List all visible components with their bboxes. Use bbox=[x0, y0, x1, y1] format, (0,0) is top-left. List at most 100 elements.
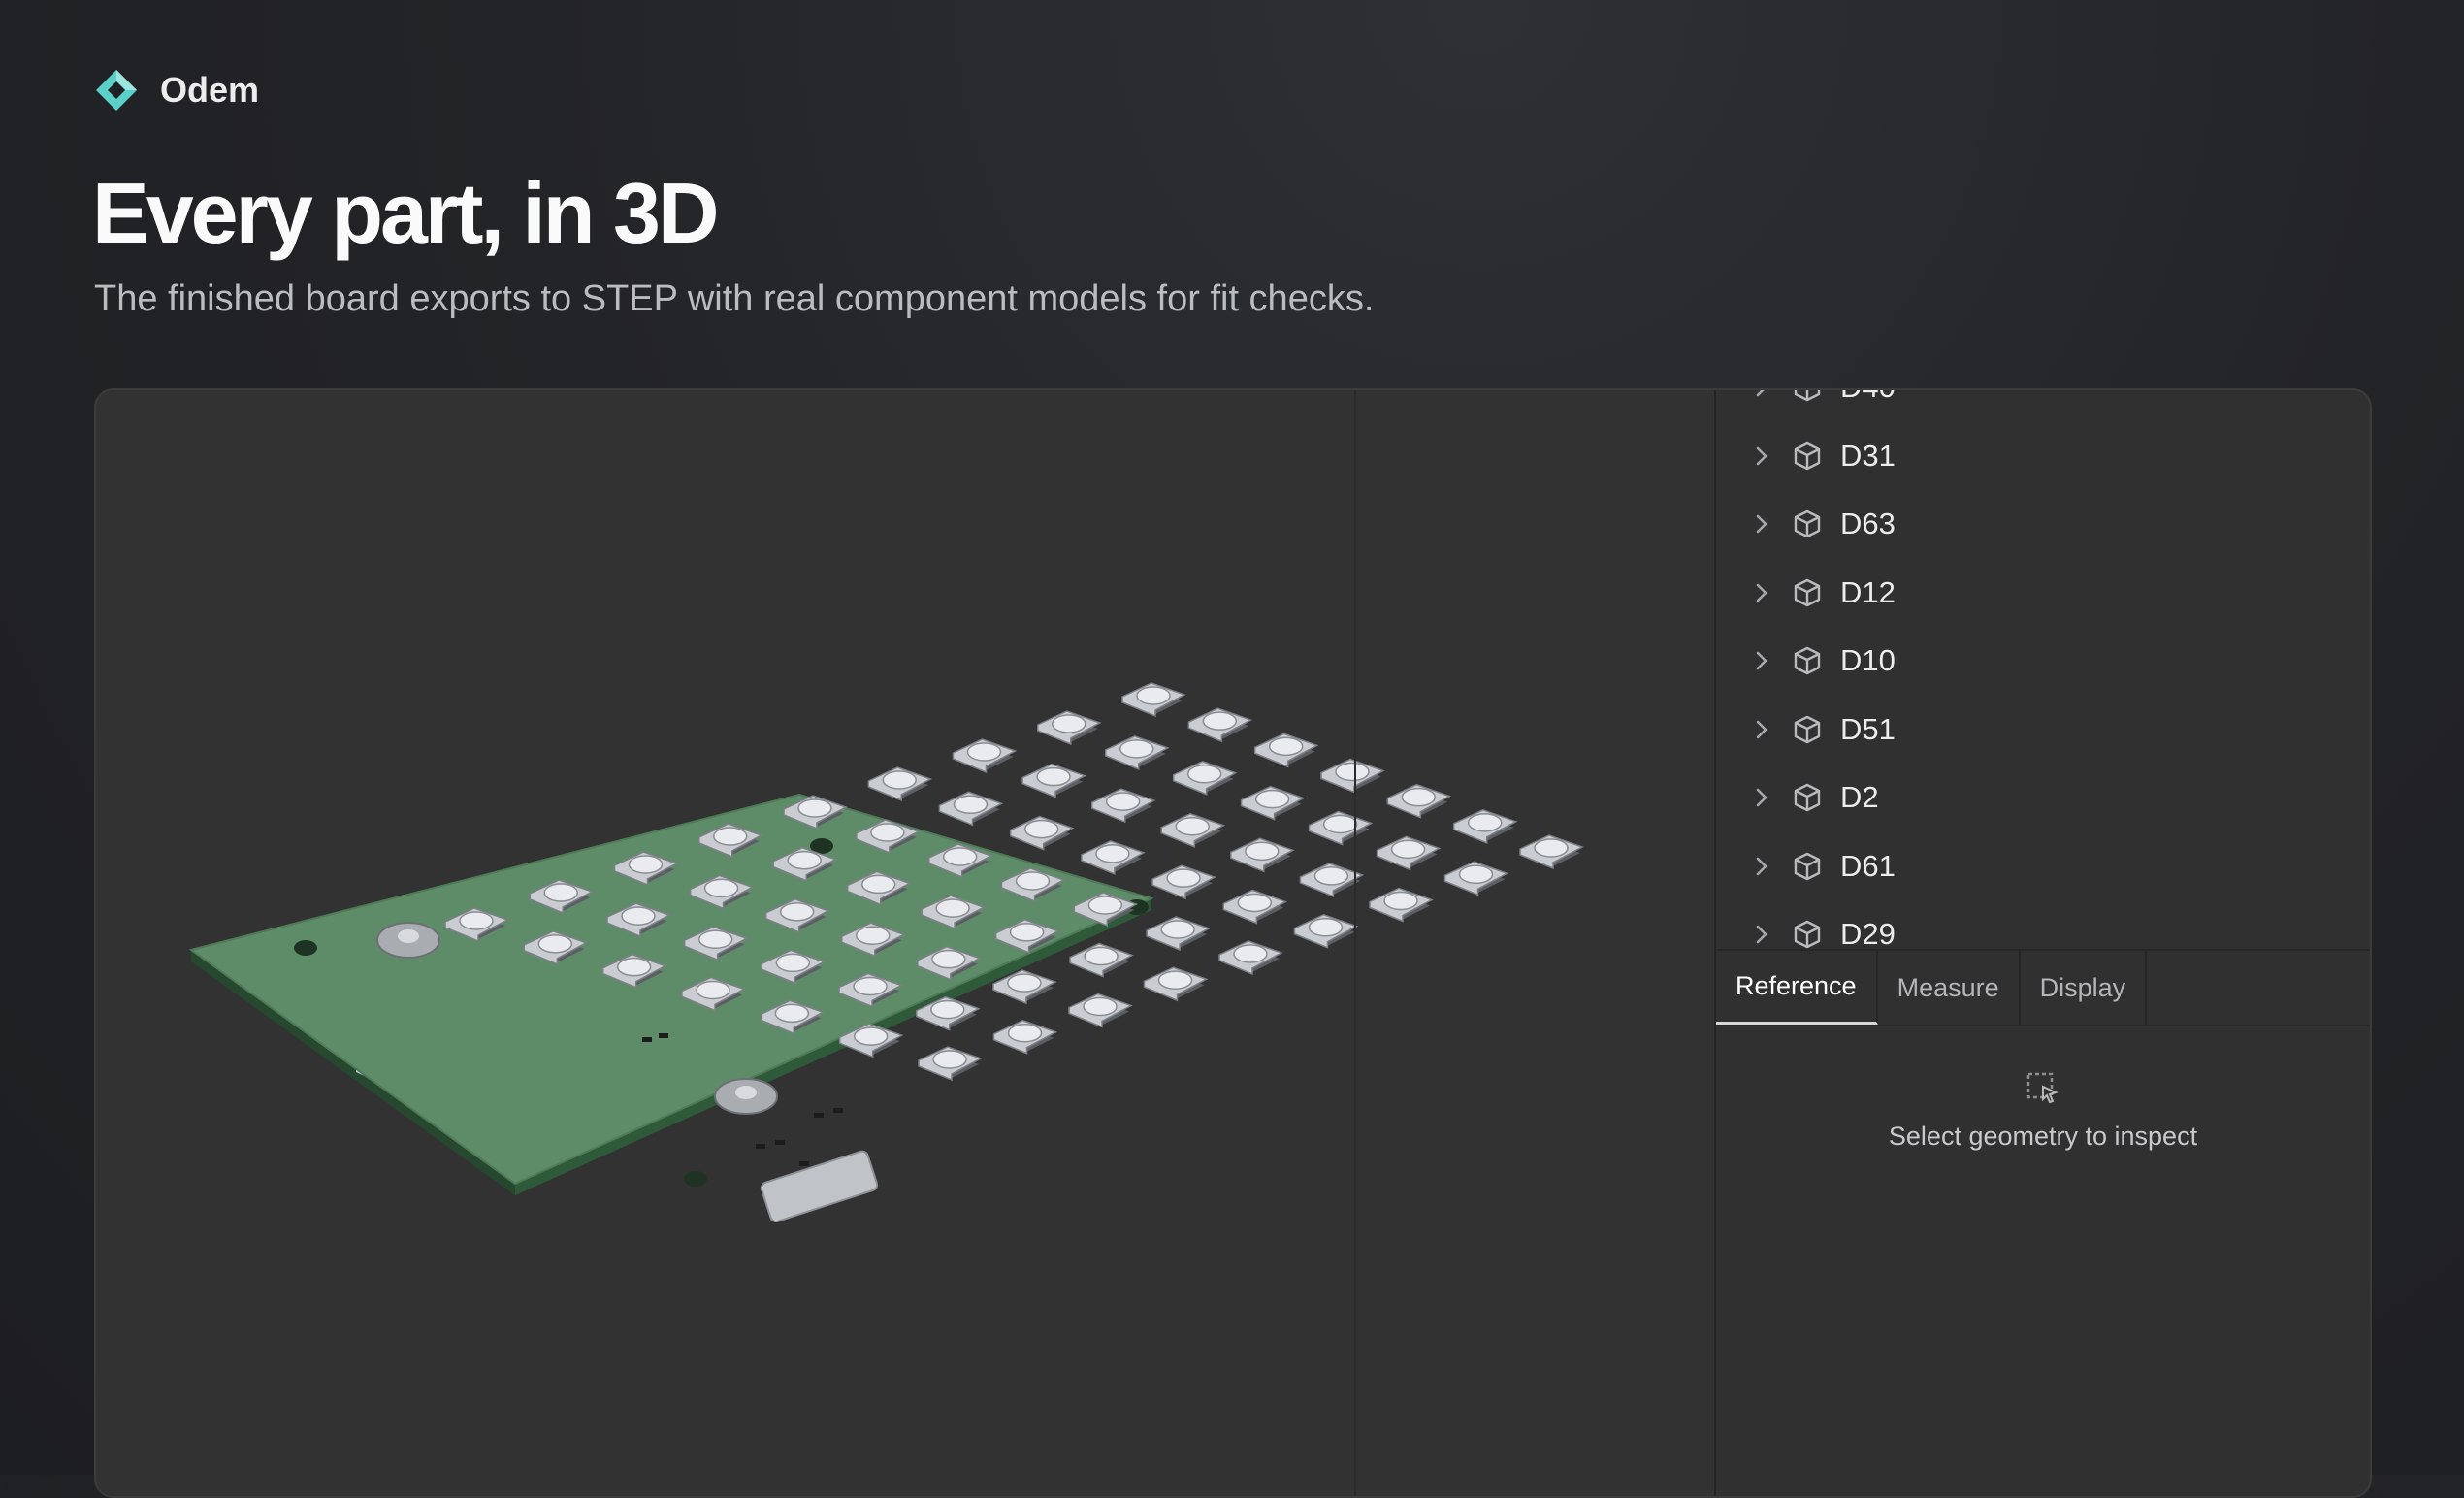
key-switch-lens bbox=[1322, 814, 1358, 834]
key-switch-lens bbox=[775, 953, 811, 973]
key-switch bbox=[1021, 763, 1086, 798]
cube-icon bbox=[1790, 439, 1825, 473]
key-switch-lens bbox=[1390, 839, 1426, 860]
tab-reference[interactable]: Reference bbox=[1716, 951, 1878, 1025]
tree-item-d31[interactable]: D31 bbox=[1716, 422, 2370, 490]
key-switch bbox=[1146, 916, 1212, 952]
key-switch bbox=[1172, 760, 1238, 796]
tab-measure[interactable]: Measure bbox=[1878, 951, 2021, 1025]
key-switch-lens bbox=[1467, 813, 1503, 832]
cube-icon bbox=[1790, 712, 1825, 747]
key-switch bbox=[1230, 837, 1295, 873]
key-switch-lens bbox=[1458, 864, 1494, 884]
key-switch bbox=[1386, 783, 1452, 819]
key-switch-lens bbox=[1095, 844, 1130, 863]
key-switch-lens bbox=[882, 770, 917, 790]
tree-item-d40[interactable]: D40 bbox=[1716, 390, 2370, 421]
key-switch-lens bbox=[779, 902, 815, 922]
key-switch bbox=[1081, 840, 1146, 875]
key-switch-lens bbox=[713, 827, 748, 846]
key-switch bbox=[1218, 940, 1283, 976]
key-switch bbox=[1253, 733, 1319, 768]
key-switch-lens bbox=[774, 1003, 810, 1024]
tab-display[interactable]: Display bbox=[2021, 951, 2148, 1025]
cube-icon bbox=[1790, 780, 1825, 815]
key-switch bbox=[1069, 942, 1134, 978]
step-viewer: D40 D31 D63 D12 D10 D51 D2 D61 D29 Reference Mea… bbox=[94, 388, 2372, 1498]
cube-icon bbox=[1790, 917, 1825, 949]
tree-item-label: D12 bbox=[1840, 574, 1896, 609]
3d-viewport[interactable] bbox=[96, 390, 1714, 1496]
tree-item-d61[interactable]: D61 bbox=[1716, 832, 2370, 900]
key-switch bbox=[1369, 887, 1434, 923]
key-switch-lens bbox=[1166, 868, 1201, 888]
key-switch-lens bbox=[930, 999, 965, 1020]
key-switch-lens bbox=[1186, 765, 1222, 784]
brand[interactable]: Odem bbox=[94, 68, 259, 113]
key-switch bbox=[1187, 707, 1253, 743]
tree-item-label: D10 bbox=[1840, 643, 1896, 677]
key-switch-lens bbox=[1052, 714, 1086, 733]
key-switch bbox=[1160, 812, 1226, 848]
smd-component bbox=[833, 1108, 843, 1113]
tree-item-label: D61 bbox=[1840, 848, 1896, 883]
tree-item-d2[interactable]: D2 bbox=[1716, 764, 2370, 831]
chevron-right-icon[interactable] bbox=[1747, 715, 1776, 744]
chevron-right-icon[interactable] bbox=[1747, 783, 1776, 812]
tree-item-d12[interactable]: D12 bbox=[1716, 559, 2370, 627]
tree-item-d10[interactable]: D10 bbox=[1716, 627, 2370, 695]
key-switch bbox=[1037, 710, 1102, 746]
key-switch-lens bbox=[935, 898, 970, 918]
tact-switch-cap bbox=[398, 929, 419, 943]
chevron-right-icon[interactable] bbox=[1747, 509, 1776, 538]
key-switch-lens bbox=[1119, 739, 1154, 759]
key-switch-lens bbox=[931, 949, 966, 969]
model-tree[interactable]: D40 D31 D63 D12 D10 D51 D2 D61 D29 bbox=[1716, 390, 2370, 949]
key-switch-lens bbox=[1087, 896, 1123, 915]
key-switch-lens bbox=[1036, 766, 1071, 787]
key-switch-lens bbox=[459, 911, 494, 930]
key-switch-lens bbox=[703, 878, 739, 898]
chevron-right-icon[interactable] bbox=[1747, 852, 1776, 881]
tree-item-d51[interactable]: D51 bbox=[1716, 696, 2370, 764]
key-switch bbox=[1240, 785, 1306, 821]
mounting-hole bbox=[684, 1171, 707, 1187]
key-switch-lens bbox=[953, 795, 989, 815]
key-switch-lens bbox=[1308, 918, 1344, 937]
key-switch bbox=[1452, 809, 1518, 844]
key-switch-lens bbox=[856, 926, 891, 945]
chevron-right-icon[interactable] bbox=[1747, 578, 1776, 607]
chevron-right-icon[interactable] bbox=[1747, 441, 1776, 471]
chevron-right-icon[interactable] bbox=[1747, 390, 1776, 402]
key-switch-lens bbox=[1202, 711, 1238, 731]
key-switch-lens bbox=[1245, 841, 1280, 862]
chevron-right-icon[interactable] bbox=[1747, 646, 1776, 675]
key-switch bbox=[1320, 758, 1385, 794]
key-switch-lens bbox=[1105, 792, 1141, 811]
key-switch-lens bbox=[966, 742, 1002, 762]
odem-logo-icon bbox=[94, 68, 139, 113]
tree-item-d29[interactable]: D29 bbox=[1716, 900, 2370, 949]
chevron-right-icon[interactable] bbox=[1747, 920, 1776, 949]
key-switch-lens bbox=[696, 980, 730, 1000]
key-switch-lens bbox=[853, 976, 888, 996]
tree-item-label: D31 bbox=[1840, 438, 1896, 472]
key-switch-lens bbox=[1160, 920, 1195, 939]
key-switch-lens bbox=[616, 957, 652, 977]
key-switch-lens bbox=[1254, 789, 1290, 809]
key-switch-lens bbox=[1237, 893, 1273, 913]
key-switch-lens bbox=[1268, 736, 1304, 757]
key-switch-lens bbox=[1136, 686, 1171, 705]
brand-name: Odem bbox=[160, 70, 260, 110]
key-switch-lens bbox=[1233, 944, 1268, 963]
smd-component bbox=[659, 1033, 668, 1038]
key-switch bbox=[918, 1046, 983, 1082]
key-switch-lens bbox=[860, 874, 896, 895]
tree-item-d63[interactable]: D63 bbox=[1716, 490, 2370, 558]
inspector-tabs: Reference Measure Display bbox=[1716, 949, 2370, 1026]
key-switch bbox=[1308, 810, 1374, 846]
key-switch-lens bbox=[1009, 923, 1045, 942]
key-switch-lens bbox=[1534, 838, 1569, 858]
key-switch-lens bbox=[942, 847, 978, 866]
key-switch-lens bbox=[628, 855, 664, 874]
